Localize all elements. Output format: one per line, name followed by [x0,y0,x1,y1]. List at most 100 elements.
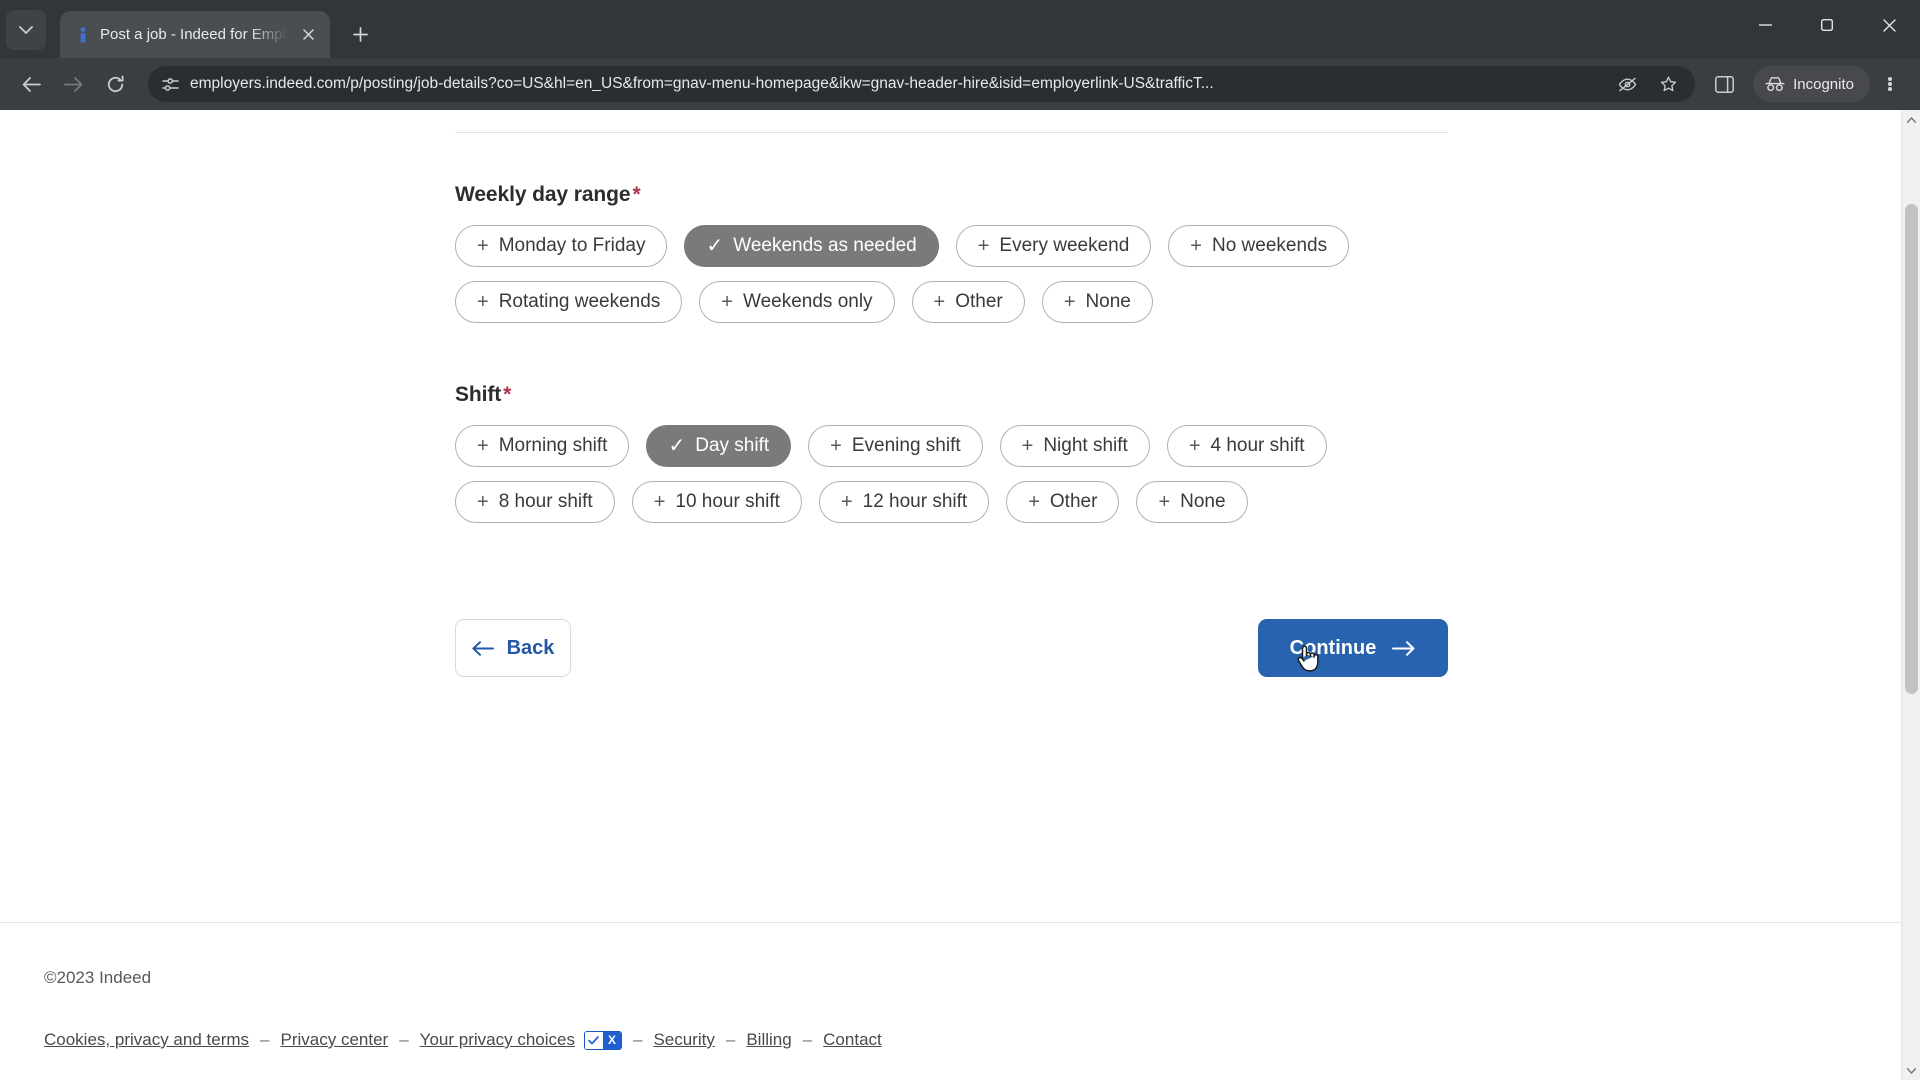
shift-chip-label: None [1180,491,1226,512]
weekly-day-range-chip-label: Other [955,291,1003,312]
weekly-day-range-chip-label: Every weekend [999,235,1130,256]
footer-link[interactable]: Security [653,1030,714,1050]
plus-icon: + [1063,291,1076,313]
weekly-day-range-label: Weekly day range* [455,183,1901,207]
weekly-day-range-chip[interactable]: + Every weekend [955,225,1152,267]
arrow-right-icon [1392,640,1415,656]
url-text: employers.indeed.com/p/posting/job-detai… [190,75,1214,92]
shift-chip[interactable]: +10 hour shift [631,481,802,523]
plus-icon: + [721,291,733,313]
scroll-up-arrow-icon[interactable] [1902,110,1920,129]
shift-chip[interactable]: + None [1136,481,1248,523]
back-navigation-icon[interactable] [12,65,50,103]
shift-chip-label: Night shift [1043,435,1128,456]
plus-icon: + [477,491,489,513]
privacy-badge-cross: X [602,1031,621,1049]
forward-navigation-icon[interactable] [54,65,92,103]
shift-chip-label: Evening shift [851,435,961,456]
weekly-day-range-chip-label: None [1085,291,1131,312]
bookmark-star-icon[interactable] [1653,69,1683,99]
shift-chip-label: 12 hour shift [862,491,968,512]
shift-chip[interactable]: + Night shift [999,425,1150,467]
site-settings-icon[interactable] [162,77,179,92]
shift-chip[interactable]: + Other [1006,481,1120,523]
section-divider [455,132,1448,133]
browser-window: Post a job - Indeed for Employers [0,0,1920,1080]
address-bar[interactable]: employers.indeed.com/p/posting/job-detai… [148,66,1696,102]
plus-icon: + [830,435,842,457]
indeed-favicon [74,26,91,43]
reload-icon[interactable] [96,65,134,103]
footer-links: Cookies, privacy and terms – Privacy cente… [44,1030,1901,1050]
side-panel-icon[interactable] [1705,65,1743,103]
plus-icon: + [1190,235,1202,257]
shift-chip[interactable]: + Evening shift [808,425,983,467]
shift-chip[interactable]: +4 hour shift [1166,425,1327,467]
weekly-day-range-chip[interactable]: ✓ Weekends as needed [684,225,939,267]
shift-chip[interactable]: +12 hour shift [818,481,990,523]
footer-separator: – [802,1030,813,1049]
shift-chip[interactable]: +8 hour shift [455,481,615,523]
back-button-label: Back [506,636,555,659]
window-close-button[interactable] [1858,0,1920,50]
browser-menu-icon[interactable] [1872,65,1908,103]
privacy-badge-check [584,1031,603,1049]
minimize-button[interactable] [1734,0,1796,50]
tab-search-icon[interactable] [6,10,46,50]
continue-button[interactable]: Continue [1258,619,1448,677]
plus-icon: + [1188,435,1201,457]
new-tab-button[interactable] [342,16,378,52]
weekly-day-range-chip[interactable]: + Monday to Friday [455,225,668,267]
tab-strip: Post a job - Indeed for Employers [0,0,1920,58]
weekly-day-range-chip[interactable]: + No weekends [1168,225,1350,267]
close-icon[interactable] [296,23,320,47]
browser-toolbar: employers.indeed.com/p/posting/job-detai… [0,58,1920,110]
toolbar-right-actions: Incognito [1705,65,1908,103]
tracking-protection-icon[interactable] [1612,69,1642,99]
shift-chip-label: Other [1049,491,1098,512]
plus-icon: + [1158,491,1171,513]
weekly-day-range-chip[interactable]: + Rotating weekends [455,281,683,323]
scroll-down-arrow-icon[interactable] [1902,1061,1920,1080]
shift-options: + Morning shift ✓ Day shift + Evening shift + N… [455,425,1455,523]
page-viewport: Weekly day range* + Monday to Friday ✓ Week… [0,110,1920,1080]
incognito-icon [1765,76,1785,92]
shift-chip[interactable]: + Morning shift [455,425,630,467]
back-button[interactable]: Back [455,619,571,677]
weekly-day-range-chip[interactable]: + Weekends only [699,281,895,323]
required-marker: * [632,183,641,206]
check-icon: ✓ [668,435,686,457]
footer-link[interactable]: Contact [823,1030,882,1050]
browser-tab[interactable]: Post a job - Indeed for Employers [60,11,330,58]
footer-link[interactable]: Privacy center [281,1030,389,1050]
page-scrollbar[interactable] [1901,110,1920,1080]
shift-chip-label: 8 hour shift [498,491,593,512]
weekly-day-range-field: Weekly day range* + Monday to Friday ✓ Week… [455,183,1901,323]
shift-chip[interactable]: ✓ Day shift [646,425,792,467]
shift-chip-label: 10 hour shift [675,491,780,512]
incognito-label: Incognito [1793,75,1854,93]
privacy-choices-icon[interactable]: X [583,1030,622,1050]
window-controls [1734,0,1920,50]
plus-icon: + [1028,491,1040,513]
weekly-day-range-chip[interactable]: + None [1041,281,1153,323]
copyright-text: ©2023 Indeed [44,968,152,987]
weekly-day-range-chip-label: Monday to Friday [498,235,646,256]
footer-link[interactable]: Your privacy choices [420,1030,575,1050]
footer-divider [0,922,1901,923]
weekly-day-range-chip-label: Weekends as needed [733,235,917,256]
weekly-day-range-chip-label: Rotating weekends [498,291,661,312]
plus-icon: + [933,291,946,313]
footer-link[interactable]: Cookies, privacy and terms [44,1030,249,1050]
maximize-button[interactable] [1796,0,1858,50]
incognito-indicator[interactable]: Incognito [1753,66,1870,102]
plus-icon: + [653,491,666,513]
scrollbar-thumb[interactable] [1905,204,1918,694]
footer-separator: – [632,1030,643,1049]
plus-icon: + [840,491,853,513]
shift-chip-label: Morning shift [498,435,608,456]
weekly-day-range-chip[interactable]: + Other [911,281,1025,323]
continue-button-label: Continue [1289,636,1377,659]
footer-link[interactable]: Billing [746,1030,791,1050]
indeed-job-details-page: Weekly day range* + Monday to Friday ✓ Week… [0,110,1901,1080]
